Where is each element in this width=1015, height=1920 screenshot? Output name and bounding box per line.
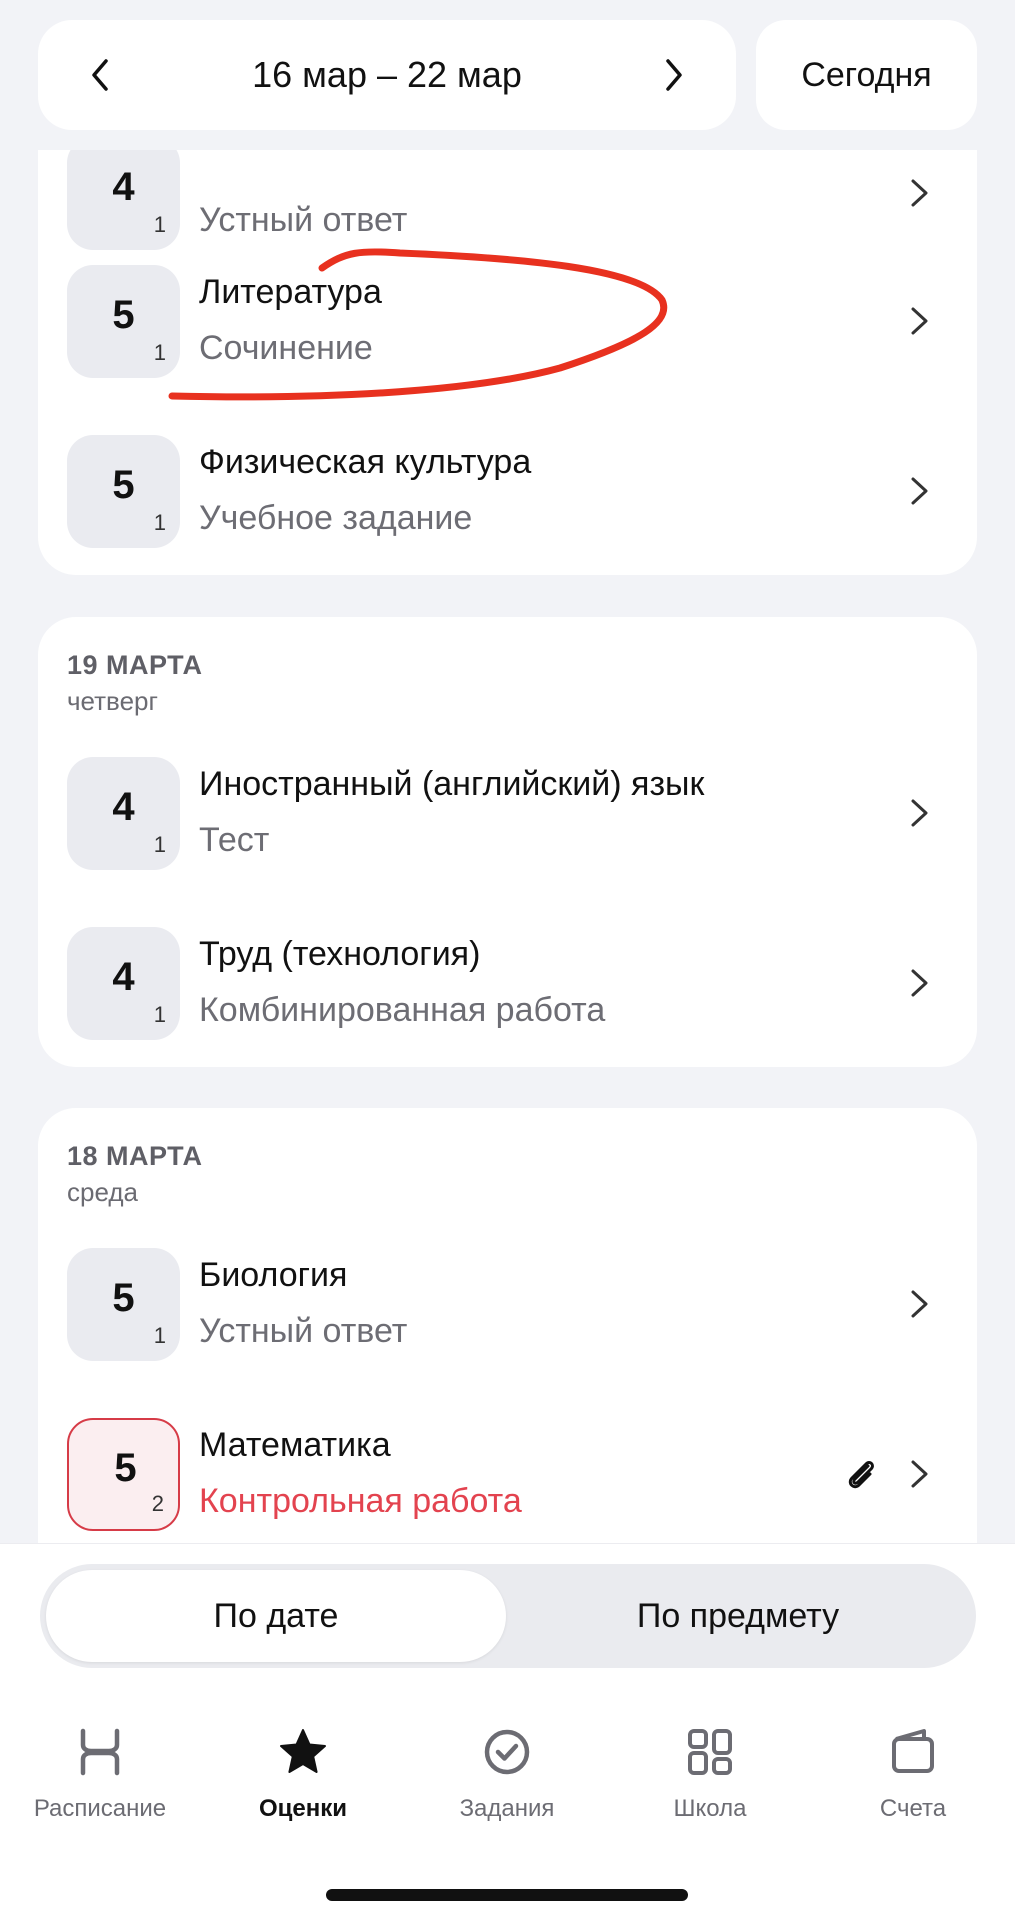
grade-row[interactable]: 5 1 Физическая культура Учебное задание [38, 435, 977, 551]
grade-weight: 1 [153, 212, 166, 237]
tab-grades[interactable]: Оценки [208, 1727, 398, 1837]
grade-mark: 4 [112, 785, 135, 829]
tab-tasks[interactable]: Задания [412, 1727, 602, 1837]
week-header: 16 мар – 22 мар Сегодня [0, 0, 1015, 150]
next-week-button[interactable] [652, 53, 696, 97]
tab-label: Школа [673, 1795, 747, 1822]
sort-by-date-option[interactable]: По дате [46, 1570, 506, 1662]
subject-name: Математика [199, 1426, 391, 1464]
grid-icon [688, 1729, 732, 1775]
tab-label: Оценки [258, 1795, 348, 1822]
chevron-right-icon [911, 307, 928, 335]
work-type: Контрольная работа [199, 1482, 522, 1520]
date-range-label: 16 мар – 22 мар [252, 54, 522, 95]
day-card: 18 МАРТА среда 5 1 Биология Устный ответ… [38, 1108, 977, 1608]
grade-row[interactable]: 4 1 Труд (технология) Комбинированная ра… [38, 927, 977, 1043]
prev-week-button[interactable] [78, 53, 122, 97]
grade-badge: 4 1 [67, 757, 180, 870]
sort-segmented-control: По дате По предмету [40, 1564, 976, 1668]
subject-name: Труд (технология) [199, 935, 481, 973]
grade-badge: 5 1 [67, 1248, 180, 1361]
chevron-right-icon [911, 477, 928, 505]
day-card: 4 1 Устный ответ 5 1 Литература Сочинени… [38, 80, 977, 575]
grade-weight: 1 [153, 832, 166, 857]
grade-mark: 5 [112, 293, 135, 337]
day-card: 19 МАРТА четверг 4 1 Иностранный (англий… [38, 617, 977, 1067]
grade-weight: 2 [151, 1491, 164, 1516]
grade-mark: 5 [114, 1446, 137, 1490]
grade-badge: 5 1 [67, 265, 180, 378]
grade-badge-alert: 5 2 [67, 1418, 180, 1531]
subject-name: Иностранный (английский) язык [199, 765, 705, 803]
grade-row[interactable]: 4 1 Устный ответ [38, 137, 977, 253]
bottom-panel: По дате По предмету Расписание Оценки За… [0, 1543, 1015, 1920]
grade-mark: 4 [112, 955, 135, 999]
subject-name: Физическая культура [199, 443, 532, 481]
grade-mark: 4 [112, 165, 135, 209]
work-type: Учебное задание [199, 499, 473, 537]
chevron-right-icon [911, 1290, 928, 1318]
grade-badge: 5 1 [67, 435, 180, 548]
work-type: Устный ответ [199, 1312, 408, 1350]
grade-weight: 1 [153, 340, 166, 365]
wallet-icon [892, 1729, 934, 1773]
day-date: 19 МАРТА [67, 650, 203, 680]
chevron-right-icon [911, 179, 928, 207]
day-weekday: четверг [67, 686, 158, 716]
sort-by-subject-option[interactable]: По предмету [506, 1570, 970, 1662]
tab-school[interactable]: Школа [615, 1727, 805, 1837]
chevron-left-icon [92, 59, 108, 91]
work-type: Комбинированная работа [199, 991, 606, 1029]
grade-row[interactable]: 5 1 Биология Устный ответ [38, 1248, 977, 1364]
grade-badge: 4 1 [67, 137, 180, 250]
grade-mark: 5 [112, 463, 135, 507]
today-button[interactable]: Сегодня [756, 20, 977, 130]
grade-row[interactable]: 4 1 Иностранный (английский) язык Тест [38, 757, 977, 873]
chevron-right-icon [911, 1460, 928, 1488]
tab-label: Задания [459, 1795, 555, 1822]
grade-row[interactable]: 5 1 Литература Сочинение [38, 265, 977, 381]
date-range-selector: 16 мар – 22 мар [38, 20, 736, 130]
chevron-right-icon [911, 799, 928, 827]
subject-name: Литература [199, 273, 382, 311]
work-type: Сочинение [199, 329, 373, 367]
tab-label: Расписание [33, 1795, 167, 1822]
grade-weight: 1 [153, 1323, 166, 1348]
chevron-right-icon [911, 969, 928, 997]
grade-weight: 1 [153, 1002, 166, 1027]
work-type: Устный ответ [199, 201, 408, 239]
home-indicator [326, 1889, 688, 1901]
work-type: Тест [199, 821, 270, 859]
paperclip-icon[interactable] [841, 1454, 881, 1494]
day-date: 18 МАРТА [67, 1141, 203, 1171]
day-weekday: среда [67, 1177, 138, 1207]
grade-row[interactable]: 5 2 Математика Контрольная работа [38, 1418, 977, 1534]
tab-schedule[interactable]: Расписание [5, 1727, 195, 1837]
tab-label: Счета [879, 1795, 947, 1822]
grade-badge: 4 1 [67, 927, 180, 1040]
grade-weight: 1 [153, 510, 166, 535]
grade-mark: 5 [112, 1276, 135, 1320]
check-circle-icon [484, 1729, 530, 1775]
chevron-right-icon [666, 59, 682, 91]
subject-name: Биология [199, 1256, 348, 1294]
schedule-icon [80, 1728, 120, 1776]
star-icon [280, 1729, 326, 1773]
tab-accounts[interactable]: Счета [818, 1727, 1008, 1837]
